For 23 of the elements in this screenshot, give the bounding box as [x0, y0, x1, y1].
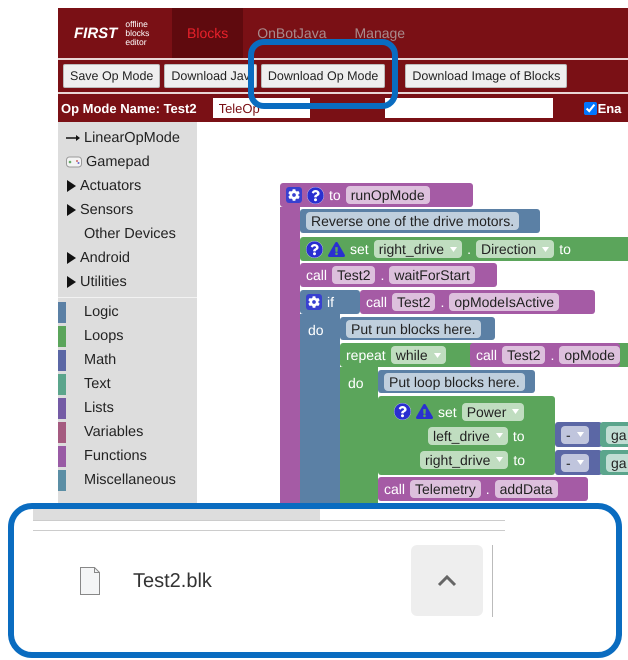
block-label: .	[380, 267, 384, 283]
op-mode-name: Op Mode Name: Test2	[61, 100, 197, 116]
block-label: set	[438, 404, 457, 420]
block-label: call	[384, 481, 406, 497]
block-label: .	[486, 481, 490, 497]
block-arm: do	[340, 367, 378, 505]
logo-caption: offline blocks editor	[125, 20, 150, 46]
block-label: call	[476, 347, 498, 363]
block-label: to	[512, 428, 524, 444]
block-label: .	[440, 294, 444, 310]
block-label: to	[559, 241, 571, 257]
block-label: set	[350, 241, 369, 257]
block-label: if	[327, 294, 334, 310]
block-label: to	[513, 452, 526, 468]
block-label: repeat	[346, 347, 386, 363]
block-label: call	[366, 294, 388, 310]
block-label: call	[306, 267, 328, 283]
block-label: .	[550, 347, 554, 363]
block-label: to	[329, 187, 341, 203]
block-arm: do	[300, 314, 340, 505]
logo-text: FIRST	[74, 24, 118, 42]
enabled-label: Ena	[598, 100, 622, 116]
block-label: .	[467, 241, 471, 257]
